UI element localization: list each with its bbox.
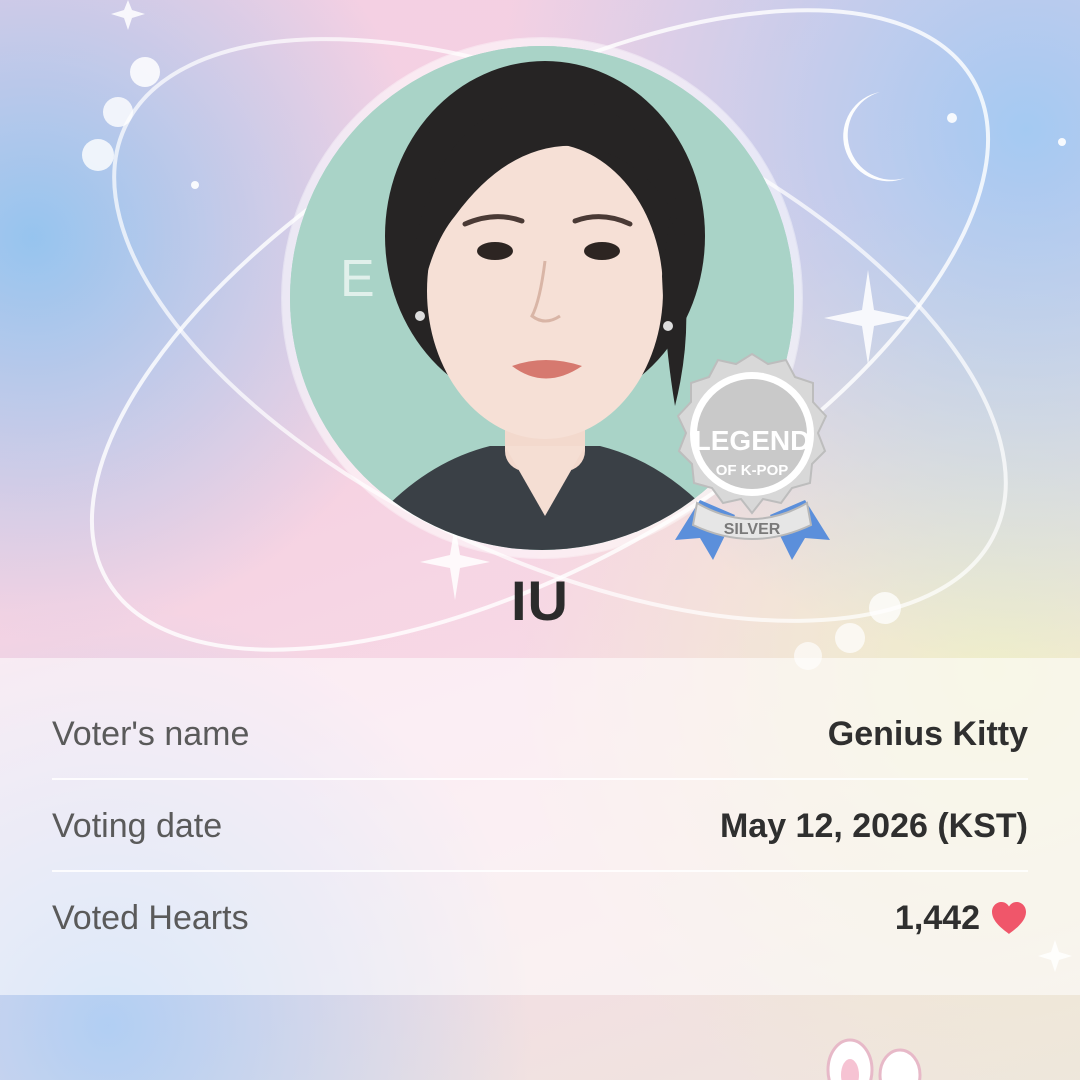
voter-name-value: Genius Kitty — [827, 714, 1028, 753]
vote-certificate-screen: E LEGEND OF K-POP SILVER IU Voter's name… — [0, 0, 1080, 1080]
voting-date-row: Voting date May 12, 2026 (KST) — [52, 780, 1028, 872]
voted-hearts-row: Voted Hearts 1,442 — [52, 872, 1028, 964]
badge-title: LEGEND — [694, 425, 811, 456]
voting-date-label: Voting date — [52, 806, 223, 845]
svg-text:E: E — [340, 250, 375, 308]
artist-name: IU — [511, 569, 569, 632]
vote-details-panel: Voter's name Genius Kitty Voting date Ma… — [0, 658, 1080, 995]
badge-tier: SILVER — [724, 521, 781, 538]
legend-of-kpop-badge: LEGEND OF K-POP SILVER — [655, 350, 850, 575]
voted-hearts-value-wrap: 1,442 — [895, 899, 1028, 938]
badge-subtitle: OF K-POP — [716, 462, 789, 479]
voted-hearts-label: Voted Hearts — [52, 898, 249, 937]
voter-name-row: Voter's name Genius Kitty — [52, 688, 1028, 780]
voter-name-label: Voter's name — [52, 714, 250, 753]
bunny-ears-decoration — [826, 1038, 922, 1080]
voted-hearts-value: 1,442 — [894, 898, 980, 937]
heart-icon — [992, 902, 1026, 934]
voting-date-value: May 12, 2026 (KST) — [719, 806, 1028, 845]
moon-icon — [843, 92, 905, 182]
